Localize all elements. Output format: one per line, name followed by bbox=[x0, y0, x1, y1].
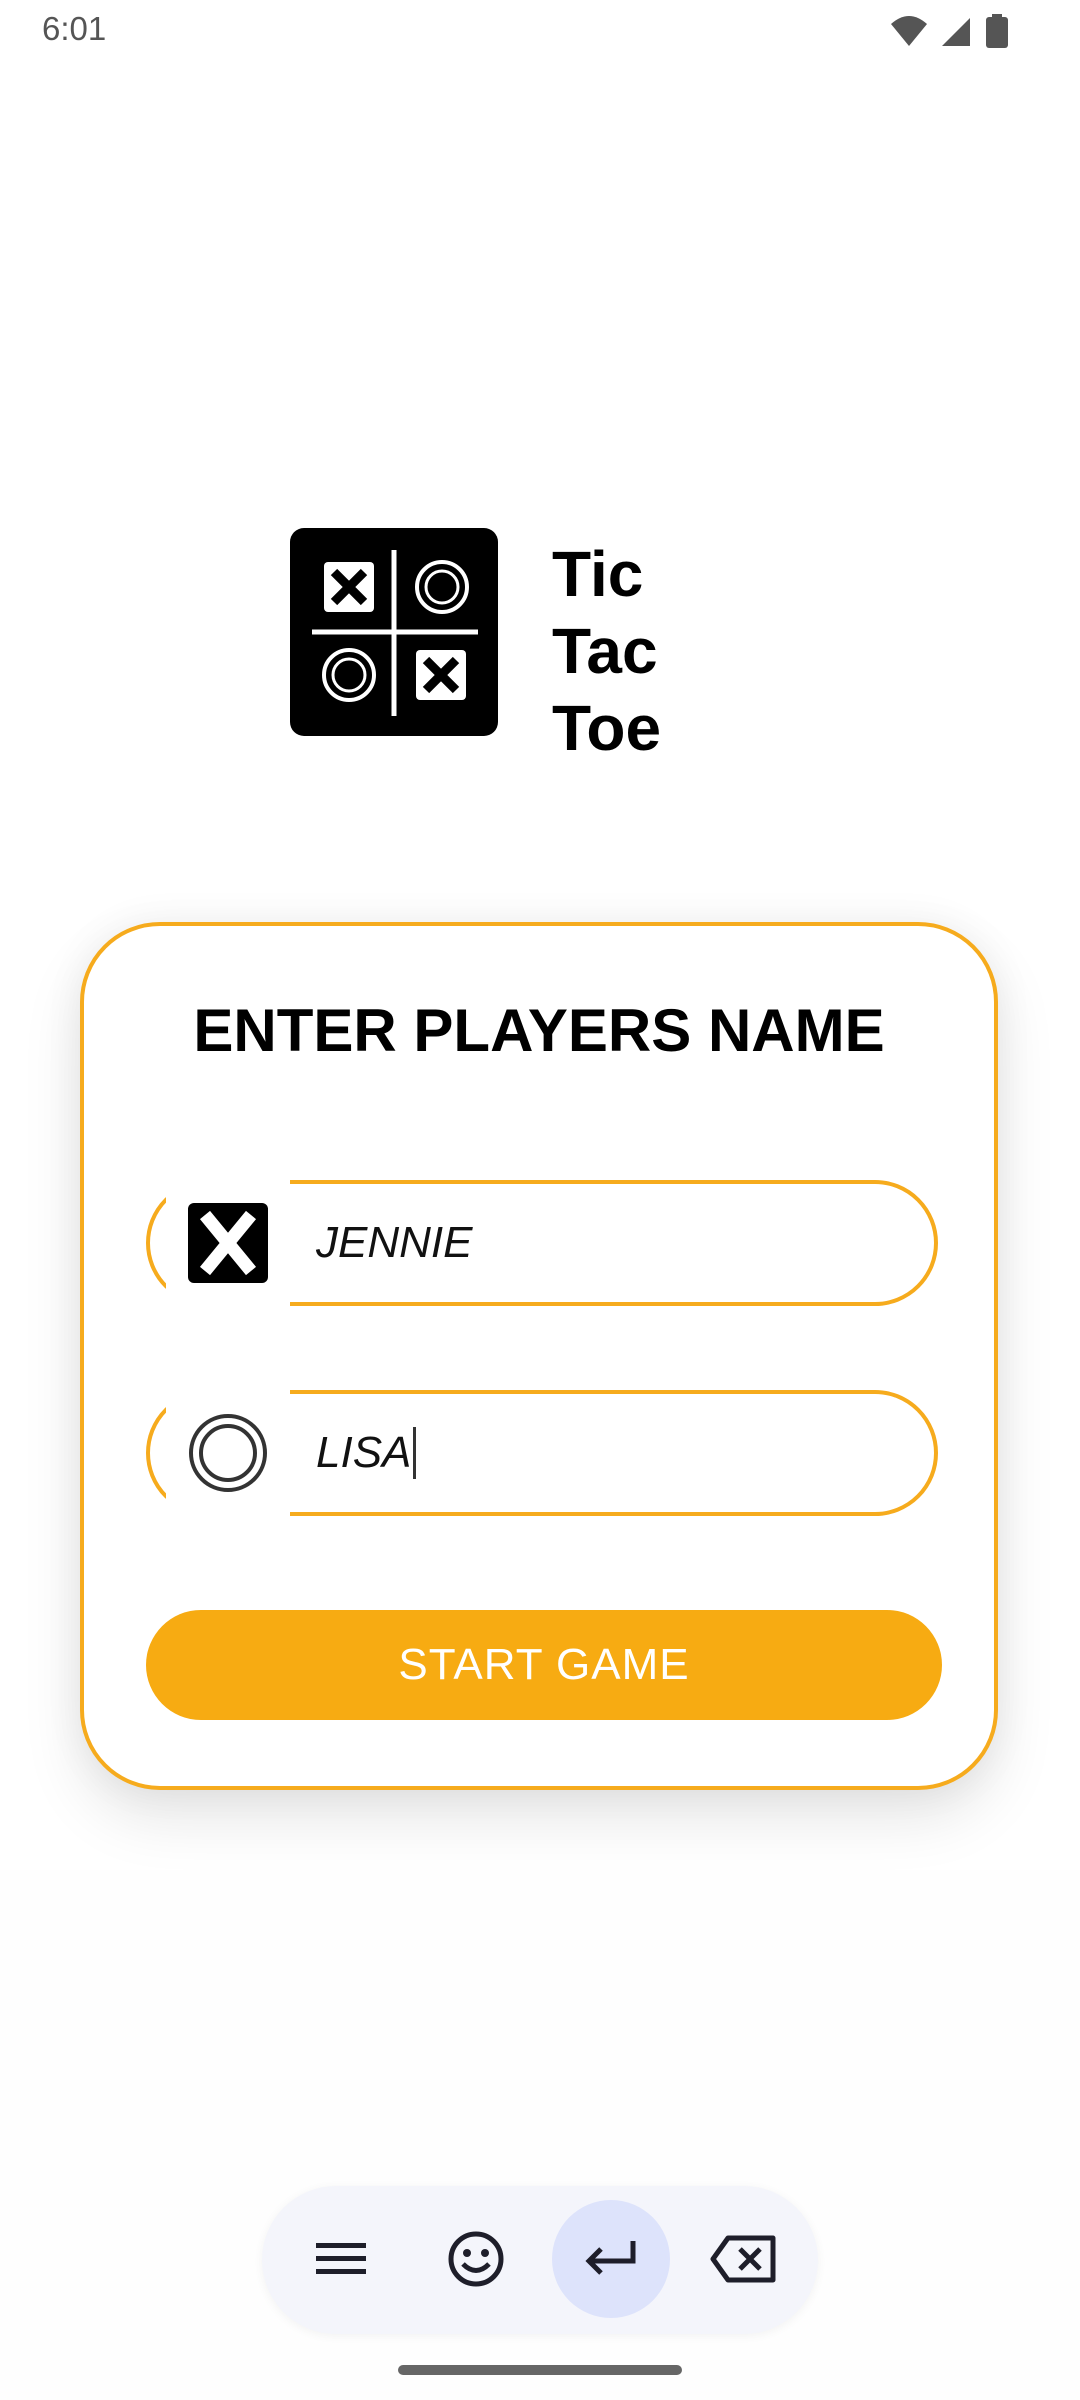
player-x-name-input[interactable]: JENNIE bbox=[316, 1184, 896, 1302]
home-indicator[interactable] bbox=[398, 2365, 682, 2375]
player-o-icon-wrap bbox=[166, 1390, 290, 1516]
screen: 6:01 Tic Tac Toe ENTER PLAYERS NAME JENN… bbox=[0, 0, 1080, 2400]
status-icons bbox=[890, 14, 1008, 48]
card-title: ENTER PLAYERS NAME bbox=[193, 997, 885, 1064]
keyboard-toolbar bbox=[262, 2186, 818, 2334]
player-x-name-value: JENNIE bbox=[316, 1218, 473, 1267]
player-o-name-input[interactable]: LISA bbox=[316, 1394, 896, 1512]
keyboard-backspace-button[interactable] bbox=[684, 2200, 802, 2318]
backspace-icon bbox=[710, 2235, 776, 2283]
player-x-icon-wrap bbox=[166, 1180, 290, 1306]
keyboard-menu-button[interactable] bbox=[282, 2200, 400, 2318]
o-mark-icon bbox=[189, 1414, 267, 1492]
text-cursor bbox=[413, 1427, 417, 1479]
status-bar: 6:01 bbox=[0, 0, 1080, 62]
app-title: Tic Tac Toe bbox=[552, 536, 661, 767]
keyboard-enter-button[interactable] bbox=[552, 2200, 670, 2318]
battery-icon bbox=[986, 14, 1008, 48]
player-o-name-value: LISA bbox=[316, 1428, 412, 1477]
tic-tac-toe-logo-icon bbox=[290, 528, 498, 736]
emoji-icon bbox=[448, 2231, 504, 2287]
player-o-field[interactable]: LISA bbox=[146, 1390, 938, 1516]
signal-icon bbox=[942, 18, 974, 46]
start-game-button[interactable]: START GAME bbox=[146, 1610, 942, 1720]
menu-icon bbox=[316, 2243, 366, 2274]
status-time: 6:01 bbox=[42, 10, 107, 47]
enter-icon bbox=[585, 2241, 636, 2275]
app-title-line: Tic bbox=[552, 538, 644, 610]
player-x-field[interactable]: JENNIE bbox=[146, 1180, 938, 1306]
app-title-line: Tac bbox=[552, 615, 658, 687]
x-mark-icon bbox=[188, 1203, 268, 1283]
player-names-card: ENTER PLAYERS NAME JENNIE LISA START GAM… bbox=[80, 922, 998, 1790]
wifi-icon bbox=[891, 16, 927, 46]
app-title-line: Toe bbox=[552, 692, 662, 764]
keyboard-emoji-button[interactable] bbox=[417, 2200, 535, 2318]
